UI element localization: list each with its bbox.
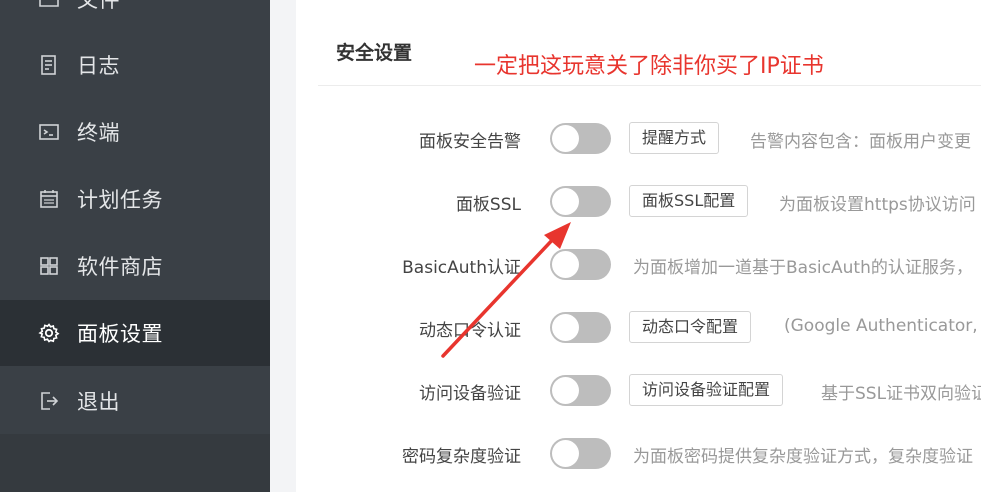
toggle-knob <box>552 377 579 404</box>
calendar-icon <box>38 188 60 210</box>
setting-label: 动态口令认证 <box>419 321 521 341</box>
basicauth-toggle[interactable] <box>550 249 611 280</box>
setting-label: BasicAuth认证 <box>402 258 521 278</box>
setting-description: 基于SSL证书双向验证 <box>821 384 981 404</box>
annotation-text: 一定把这玩意关了除非你买了IP证书 <box>474 54 824 79</box>
setting-label: 面板安全告警 <box>419 132 521 152</box>
device-verify-config-button[interactable]: 访问设备验证配置 <box>629 374 784 406</box>
sidebar-item-label: 终端 <box>77 121 120 145</box>
settings-panel: 安全设置 一定把这玩意关了除非你买了IP证书 面板安全告警 提醒方式 告警内容包… <box>296 0 981 492</box>
gear-icon <box>38 322 60 344</box>
setting-description: 为面板增加一道基于BasicAuth的认证服务， <box>633 258 973 278</box>
terminal-icon <box>38 121 60 143</box>
sidebar-item-label: 软件商店 <box>77 255 163 279</box>
toggle-knob <box>552 125 579 152</box>
setting-description: 为面板密码提供复杂度验证方式，复杂度验证 <box>633 447 973 467</box>
section-title: 安全设置 <box>336 42 413 64</box>
sidebar-item-terminal[interactable]: 终端 <box>0 99 270 165</box>
security-alert-toggle[interactable] <box>550 123 611 154</box>
sidebar-item-label: 退出 <box>77 390 120 414</box>
setting-label: 密码复杂度验证 <box>402 447 521 467</box>
setting-description: (Google Authenticator, <box>784 316 978 336</box>
sidebar-item-store[interactable]: 软件商店 <box>0 233 270 299</box>
setting-row-panel-ssl: 面板SSL 面板SSL配置 为面板设置https协议访问 <box>296 182 981 222</box>
toggle-knob <box>552 188 579 215</box>
totp-toggle[interactable] <box>550 312 611 343</box>
grid-icon <box>38 255 60 277</box>
toggle-knob <box>552 440 579 467</box>
sidebar-item-files[interactable]: 文件 <box>0 0 270 32</box>
setting-description: 告警内容包含：面板用户变更 <box>750 132 971 152</box>
toggle-knob <box>552 251 579 278</box>
sidebar-item-logout[interactable]: 退出 <box>0 368 270 434</box>
content-gutter <box>270 0 296 492</box>
setting-row-password-complexity: 密码复杂度验证 为面板密码提供复杂度验证方式，复杂度验证 <box>296 434 981 474</box>
toggle-knob <box>552 314 579 341</box>
sidebar-item-label: 日志 <box>77 54 120 78</box>
sidebar-item-logs[interactable]: 日志 <box>0 32 270 98</box>
setting-label: 访问设备验证 <box>419 384 521 404</box>
sidebar-item-label: 文件 <box>77 0 120 12</box>
folder-icon <box>38 0 60 10</box>
sidebar: 文件 日志 终端 计划任务 软件商店 面板设置 退出 <box>0 0 270 492</box>
panel-ssl-config-button[interactable]: 面板SSL配置 <box>629 185 749 217</box>
setting-description: 为面板设置https协议访问 <box>779 195 976 215</box>
setting-row-basicauth: BasicAuth认证 为面板增加一道基于BasicAuth的认证服务， <box>296 245 981 285</box>
sidebar-item-cron[interactable]: 计划任务 <box>0 166 270 232</box>
divider <box>318 85 981 86</box>
sidebar-item-panel-settings[interactable]: 面板设置 <box>0 300 270 366</box>
password-complexity-toggle[interactable] <box>550 438 611 469</box>
setting-row-security-alert: 面板安全告警 提醒方式 告警内容包含：面板用户变更 <box>296 119 981 159</box>
setting-row-totp: 动态口令认证 动态口令配置 (Google Authenticator, <box>296 308 981 348</box>
log-icon <box>38 54 60 76</box>
setting-label: 面板SSL <box>455 195 521 215</box>
sidebar-item-label: 计划任务 <box>77 188 163 212</box>
sidebar-item-label: 面板设置 <box>77 322 163 346</box>
panel-ssl-toggle[interactable] <box>550 186 611 217</box>
device-verify-toggle[interactable] <box>550 375 611 406</box>
logout-icon <box>38 390 60 412</box>
setting-row-device-verify: 访问设备验证 访问设备验证配置 基于SSL证书双向验证 <box>296 371 981 411</box>
totp-config-button[interactable]: 动态口令配置 <box>629 311 752 343</box>
sidebar-footer <box>0 434 270 492</box>
alert-method-button[interactable]: 提醒方式 <box>629 122 720 154</box>
